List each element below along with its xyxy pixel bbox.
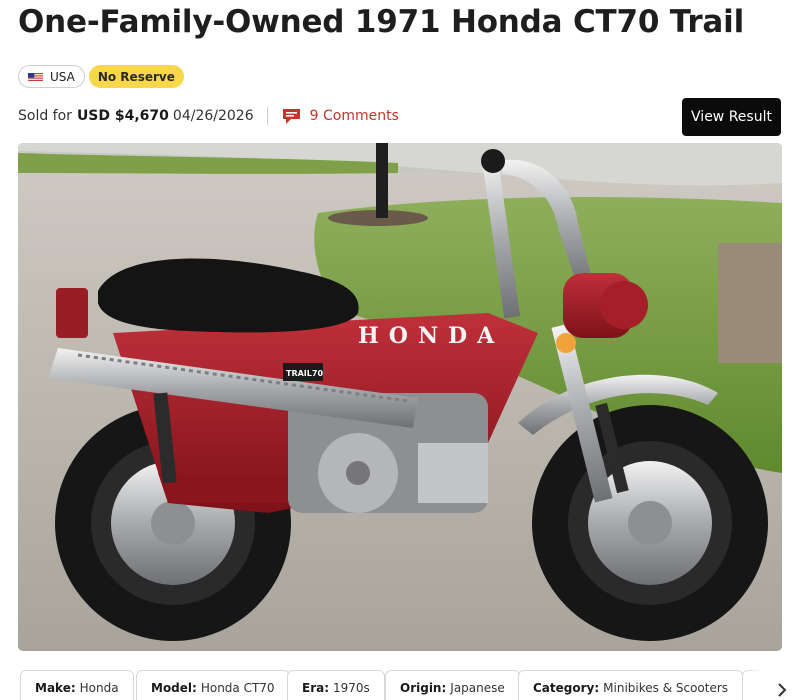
chips-next-button[interactable] — [762, 670, 800, 700]
chevron-right-icon — [778, 683, 787, 697]
listing-badges: USA No Reserve — [18, 65, 184, 89]
comments-label: 9 Comments — [309, 108, 399, 124]
spec-chip-era[interactable]: Era: 1970s — [287, 670, 385, 700]
spec-key: Make: — [35, 681, 76, 695]
comments-link[interactable]: 9 Comments — [282, 108, 399, 125]
us-flag-icon — [28, 72, 43, 81]
spec-value: Japanese — [450, 681, 505, 695]
sold-label: Sold for — [18, 108, 72, 124]
spec-value: Minibikes & Scooters — [603, 681, 729, 695]
country-badge[interactable]: USA — [18, 65, 85, 88]
spec-chip-model[interactable]: Model: Honda CT70 — [136, 670, 290, 700]
no-reserve-badge: No Reserve — [88, 65, 184, 88]
side-badge-text: TRAIL70 — [286, 369, 323, 378]
spec-chip-category[interactable]: Category: Minibikes & Scooters — [518, 670, 744, 700]
motorcycle-photo: HONDA TRAIL70 — [18, 143, 782, 651]
comment-bubble-icon — [282, 108, 300, 124]
sold-price: USD $4,670 — [76, 108, 169, 124]
divider — [266, 107, 268, 125]
tank-lettering: HONDA — [358, 323, 504, 349]
spec-key: Model: — [151, 681, 197, 695]
view-result-button[interactable]: View Result — [682, 98, 781, 136]
spec-chip-make[interactable]: Make: Honda — [20, 670, 134, 700]
listing-title: One-Family-Owned 1971 Honda CT70 Trail — [18, 4, 745, 40]
reserve-label: No Reserve — [97, 69, 175, 84]
spec-value: Honda — [79, 681, 119, 695]
chips-fade — [742, 670, 764, 700]
sold-date: 04/26/2026 — [172, 108, 254, 124]
country-label: USA — [50, 69, 75, 84]
spec-key: Era: — [302, 681, 330, 695]
spec-key: Origin: — [400, 681, 447, 695]
spec-chip-origin[interactable]: Origin: Japanese — [385, 670, 520, 700]
spec-chips: Make: Honda Model: Honda CT70 Era: 1970s Or… — [20, 670, 800, 700]
sold-info: Sold for USD $4,670 04/26/2026 9 Comment… — [18, 103, 782, 129]
spec-value: 1970s — [333, 681, 370, 695]
spec-key: Category: — [533, 681, 600, 695]
spec-value: Honda CT70 — [200, 681, 275, 695]
listing-photo[interactable]: HONDA TRAIL70 — [18, 143, 782, 651]
